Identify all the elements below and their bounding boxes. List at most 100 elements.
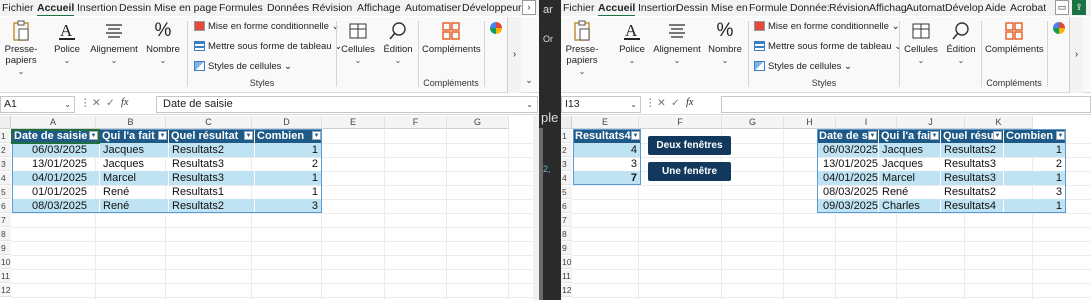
insert-function-icon[interactable]: fx [686,97,694,108]
column-header[interactable]: J [897,116,965,129]
summary-cell[interactable]: 4 [573,143,641,157]
font-button[interactable]: A Police ⌄ [617,20,647,66]
comments-icon[interactable]: ▭ [1055,0,1069,15]
table-cell[interactable]: René [100,185,168,199]
ribbon-scroll-right-button[interactable]: › [507,17,521,93]
row-header[interactable]: 11 [561,270,572,283]
table-cell[interactable]: Resultats1 [169,185,254,199]
row-header[interactable]: 8 [0,228,11,241]
share-icon[interactable]: ⇪ [1072,0,1086,15]
one-window-button[interactable]: Une fenêtre [648,162,731,181]
table-cell[interactable]: 1 [255,185,322,199]
table-cell[interactable]: 1 [1004,171,1066,185]
column-header[interactable]: F [385,116,447,129]
filter-dropdown-icon[interactable]: ▼ [312,131,321,140]
table-cell[interactable]: 13/01/2025 [817,157,878,171]
tab-affichage[interactable]: Affichage [357,1,401,16]
summary-header-cell[interactable]: Resultats4 ▼ [573,129,641,143]
row-header[interactable]: 5 [0,186,11,199]
row-header[interactable]: 3 [561,158,572,171]
select-all-corner[interactable] [0,116,11,129]
table-cell[interactable]: Resultats3 [941,171,1003,185]
tab-insertion[interactable]: Insertion [77,1,117,16]
table-cell[interactable]: Charles [879,199,940,213]
row-header[interactable]: 8 [561,228,572,241]
number-button[interactable]: % Nombre ⌄ [707,20,743,66]
collapse-ribbon-icon[interactable]: ⌄ [521,75,537,89]
column-header[interactable]: E [322,116,385,129]
table-cell[interactable]: 04/01/2025 [12,171,99,185]
table-cell[interactable]: 01/01/2025 [12,185,99,199]
formula-input[interactable] [721,96,1091,113]
tab-dessin[interactable]: Dessin [676,1,708,16]
table-header-cell[interactable]: Quel résu ▼ [941,129,1003,143]
table-header-cell[interactable]: Quel résultat ▼ [169,129,254,143]
table-cell[interactable]: 1 [1004,199,1066,213]
table-cell[interactable]: Resultats4 [941,199,1003,213]
tab-formules[interactable]: Formules [219,1,263,16]
filter-dropdown-icon[interactable]: ▼ [631,131,640,140]
table-cell[interactable]: René [100,199,168,213]
column-header[interactable]: G [447,116,509,129]
column-header[interactable]: H [784,116,836,129]
confirm-icon[interactable]: ✓ [106,97,115,109]
conditional-format-button[interactable]: Mise en forme conditionnelle ⌄ [754,21,900,32]
tab-automatiser[interactable]: Automat [906,1,945,16]
row-header[interactable]: 9 [0,242,11,255]
table-cell[interactable]: 2 [255,157,322,171]
cell-styles-button[interactable]: Styles de cellules ⌄ [194,61,292,72]
tab-fichier[interactable]: Fichier [2,1,34,16]
cell-styles-button[interactable]: Styles de cellules ⌄ [754,61,852,72]
confirm-icon[interactable]: ✓ [671,97,680,109]
alignment-button[interactable]: Alignement ⌄ [90,20,138,66]
tab-accueil[interactable]: Accueil [598,1,636,16]
tab-acrobat[interactable]: Acrobat [1010,1,1046,16]
table-cell[interactable]: 08/03/2025 [12,199,99,213]
cancel-icon[interactable]: ✕ [657,97,666,109]
column-header[interactable]: D [252,116,322,129]
table-cell[interactable]: Jacques [879,143,940,157]
conditional-format-button[interactable]: Mise en forme conditionnelle ⌄ [194,21,340,32]
tab-fichier[interactable]: Fichier [563,1,595,16]
select-all-corner[interactable] [561,116,572,129]
alignment-button[interactable]: Alignement ⌄ [653,20,701,66]
row-header[interactable]: 4 [0,172,11,185]
table-header-cell[interactable]: Qui l'a fait ▼ [100,129,168,143]
column-header[interactable]: E [572,116,639,129]
table-cell[interactable]: 13/01/2025 [12,157,99,171]
table-header-cell[interactable]: Combien ▼ [1004,129,1066,143]
paste-button[interactable]: Presse-papiers ⌄ [565,20,599,77]
copilot-icon[interactable] [1053,22,1065,34]
table-cell[interactable]: Resultats2 [169,199,254,213]
table-cell[interactable]: 08/03/2025 [817,185,878,199]
table-cell[interactable]: Resultats2 [169,143,254,157]
name-box[interactable]: A1 ⌄ [0,96,75,113]
format-table-button[interactable]: Mettre sous forme de tableau ⌄ [194,41,342,52]
row-header[interactable]: 5 [561,186,572,199]
format-table-button[interactable]: Mettre sous forme de tableau ⌄ [754,41,902,52]
tab-donnees[interactable]: Données [267,1,309,16]
filter-dropdown-icon[interactable]: ▼ [244,131,253,140]
table-cell[interactable]: Resultats2 [941,143,1003,157]
filter-dropdown-icon[interactable]: ▼ [89,131,98,140]
two-windows-button[interactable]: Deux fenêtres [648,136,731,155]
edit-button[interactable]: Édition ⌄ [945,20,977,66]
row-header[interactable]: 10 [561,256,572,269]
table-cell[interactable]: Marcel [879,171,940,185]
row-header[interactable]: 7 [561,214,572,227]
table-cell[interactable]: 3 [1004,185,1066,199]
edit-button[interactable]: Édition ⌄ [382,20,414,66]
addins-button[interactable]: Compléments [985,20,1044,55]
cells-button[interactable]: Cellules ⌄ [903,20,939,66]
table-header-cell[interactable]: Date de saisie ▼ [12,129,99,143]
table-header-cell[interactable]: Date de s ▼ [817,129,878,143]
row-header[interactable]: 10 [0,256,11,269]
insert-function-icon[interactable]: fx [121,97,129,108]
table-cell[interactable]: Jacques [100,157,168,171]
name-box[interactable]: I13 ⌄ [561,96,641,113]
row-header[interactable]: 3 [0,158,11,171]
row-header[interactable]: 2 [0,144,11,157]
worksheet-grid[interactable]: A B C D E F G 1 2 3 4 5 6 7 8 9 10 11 12 Date de saisie ▼ Qui… [0,116,539,300]
tab-developpeur[interactable]: Dévelop [945,1,984,16]
formula-input[interactable]: Date de saisie ⌄ [156,96,538,113]
